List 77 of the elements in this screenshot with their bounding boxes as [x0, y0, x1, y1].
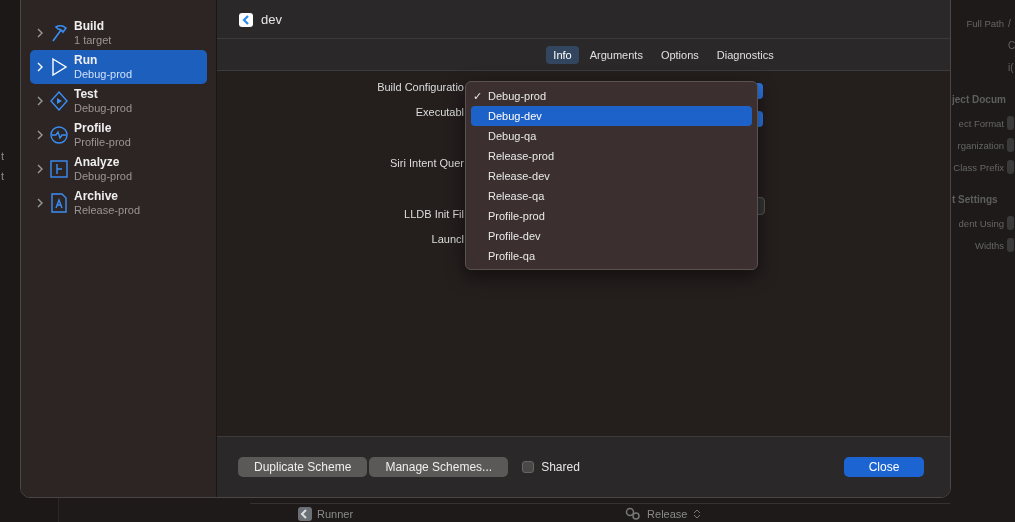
scheme-action-item[interactable]: Build 1 target — [30, 16, 207, 50]
scheme-action-item[interactable]: Archive Release-prod — [30, 186, 207, 220]
inspector-label: dent Using — [957, 217, 1004, 229]
action-configuration: Debug-prod — [74, 67, 133, 81]
inspector-label: rganization — [956, 139, 1004, 151]
inspector-field[interactable] — [1007, 160, 1014, 174]
stepper-icon — [693, 508, 702, 519]
shared-checkbox[interactable] — [522, 461, 535, 473]
inspector-value: i( — [1008, 61, 1014, 73]
action-title: Analyze — [74, 155, 121, 169]
action-configuration: 1 target — [74, 33, 112, 47]
action-title: Test — [74, 87, 99, 101]
background-text: t — [1, 150, 5, 162]
field-label: Siri Intent Quer — [390, 157, 464, 169]
tab[interactable]: Options — [653, 45, 706, 64]
chevron-icon[interactable] — [37, 198, 43, 208]
field-label: Executabl — [415, 106, 464, 119]
inspector-label: t Settings — [952, 193, 998, 205]
inspector-label: Widths — [973, 239, 1004, 251]
chevron-icon[interactable] — [37, 164, 43, 174]
configuration-name: Release — [647, 507, 688, 520]
gear-icon — [625, 506, 642, 521]
tab[interactable]: Diagnostics — [709, 45, 781, 64]
inspector-label: ject Docum — [952, 93, 1006, 105]
action-title: Run — [74, 53, 99, 67]
hammer-icon — [50, 23, 68, 43]
analyze-icon — [50, 159, 68, 179]
action-configuration: Debug-prod — [74, 169, 133, 183]
tab[interactable]: Info — [546, 45, 579, 64]
close-button[interactable]: Close — [844, 457, 924, 477]
menu-item[interactable]: Release-dev — [471, 166, 752, 186]
scheme-action-item[interactable]: Profile Profile-prod — [30, 118, 207, 152]
menu-item[interactable]: Release-qa — [471, 186, 752, 206]
footer-button[interactable]: Duplicate Scheme — [238, 457, 368, 477]
inspector-value: / — [1008, 17, 1011, 29]
footer-button[interactable]: Manage Schemes... — [369, 457, 509, 477]
menu-item[interactable]: Profile-prod — [471, 206, 752, 226]
target-name: Runner — [317, 507, 354, 520]
inspector-field[interactable] — [1007, 238, 1014, 252]
document-icon — [50, 193, 68, 213]
shared-label: Shared — [541, 460, 580, 474]
menu-item[interactable]: Debug-dev — [471, 106, 752, 126]
chevron-icon[interactable] — [37, 96, 43, 106]
gauge-icon — [50, 125, 68, 145]
field-label: LLDB Init Fil — [404, 207, 464, 220]
inspector-label: Full Path — [965, 17, 1004, 29]
action-configuration: Release-prod — [74, 203, 141, 217]
diamond-play-icon — [50, 91, 68, 111]
play-icon — [50, 57, 68, 77]
menu-item[interactable]: Profile-qa — [471, 246, 752, 266]
action-title: Archive — [74, 189, 120, 203]
scheme-action-item[interactable]: Test Debug-prod — [30, 84, 207, 118]
chevron-icon[interactable] — [37, 130, 43, 140]
menu-item[interactable]: Release-prod — [471, 146, 752, 166]
scheme-action-item[interactable]: Run Debug-prod — [30, 50, 207, 84]
app-icon — [239, 12, 253, 27]
inspector-label: ect Format — [957, 117, 1004, 129]
action-title: Build — [74, 19, 105, 33]
chevron-icon[interactable] — [37, 28, 43, 38]
inspector-field[interactable] — [1007, 216, 1014, 230]
inspector-label: Class Prefix — [952, 161, 1004, 173]
app-icon — [298, 506, 312, 521]
scheme-name: dev — [261, 12, 282, 27]
field-label: Launcl — [431, 233, 464, 245]
action-title: Profile — [74, 121, 113, 135]
menu-item[interactable]: ✓ Debug-prod — [471, 86, 752, 106]
inspector-value: C — [1008, 39, 1015, 51]
inspector-field[interactable] — [1007, 138, 1014, 152]
action-configuration: Debug-prod — [74, 101, 133, 115]
menu-item[interactable]: Debug-qa — [471, 126, 752, 146]
action-configuration: Profile-prod — [74, 135, 131, 149]
tab[interactable]: Arguments — [582, 45, 650, 64]
background-text: t — [1, 170, 5, 182]
menu-item[interactable]: Profile-dev — [471, 226, 752, 246]
scheme-action-item[interactable]: Analyze Debug-prod — [30, 152, 207, 186]
field-label: Build Configuratio — [377, 81, 464, 93]
inspector-field[interactable] — [1007, 116, 1014, 130]
